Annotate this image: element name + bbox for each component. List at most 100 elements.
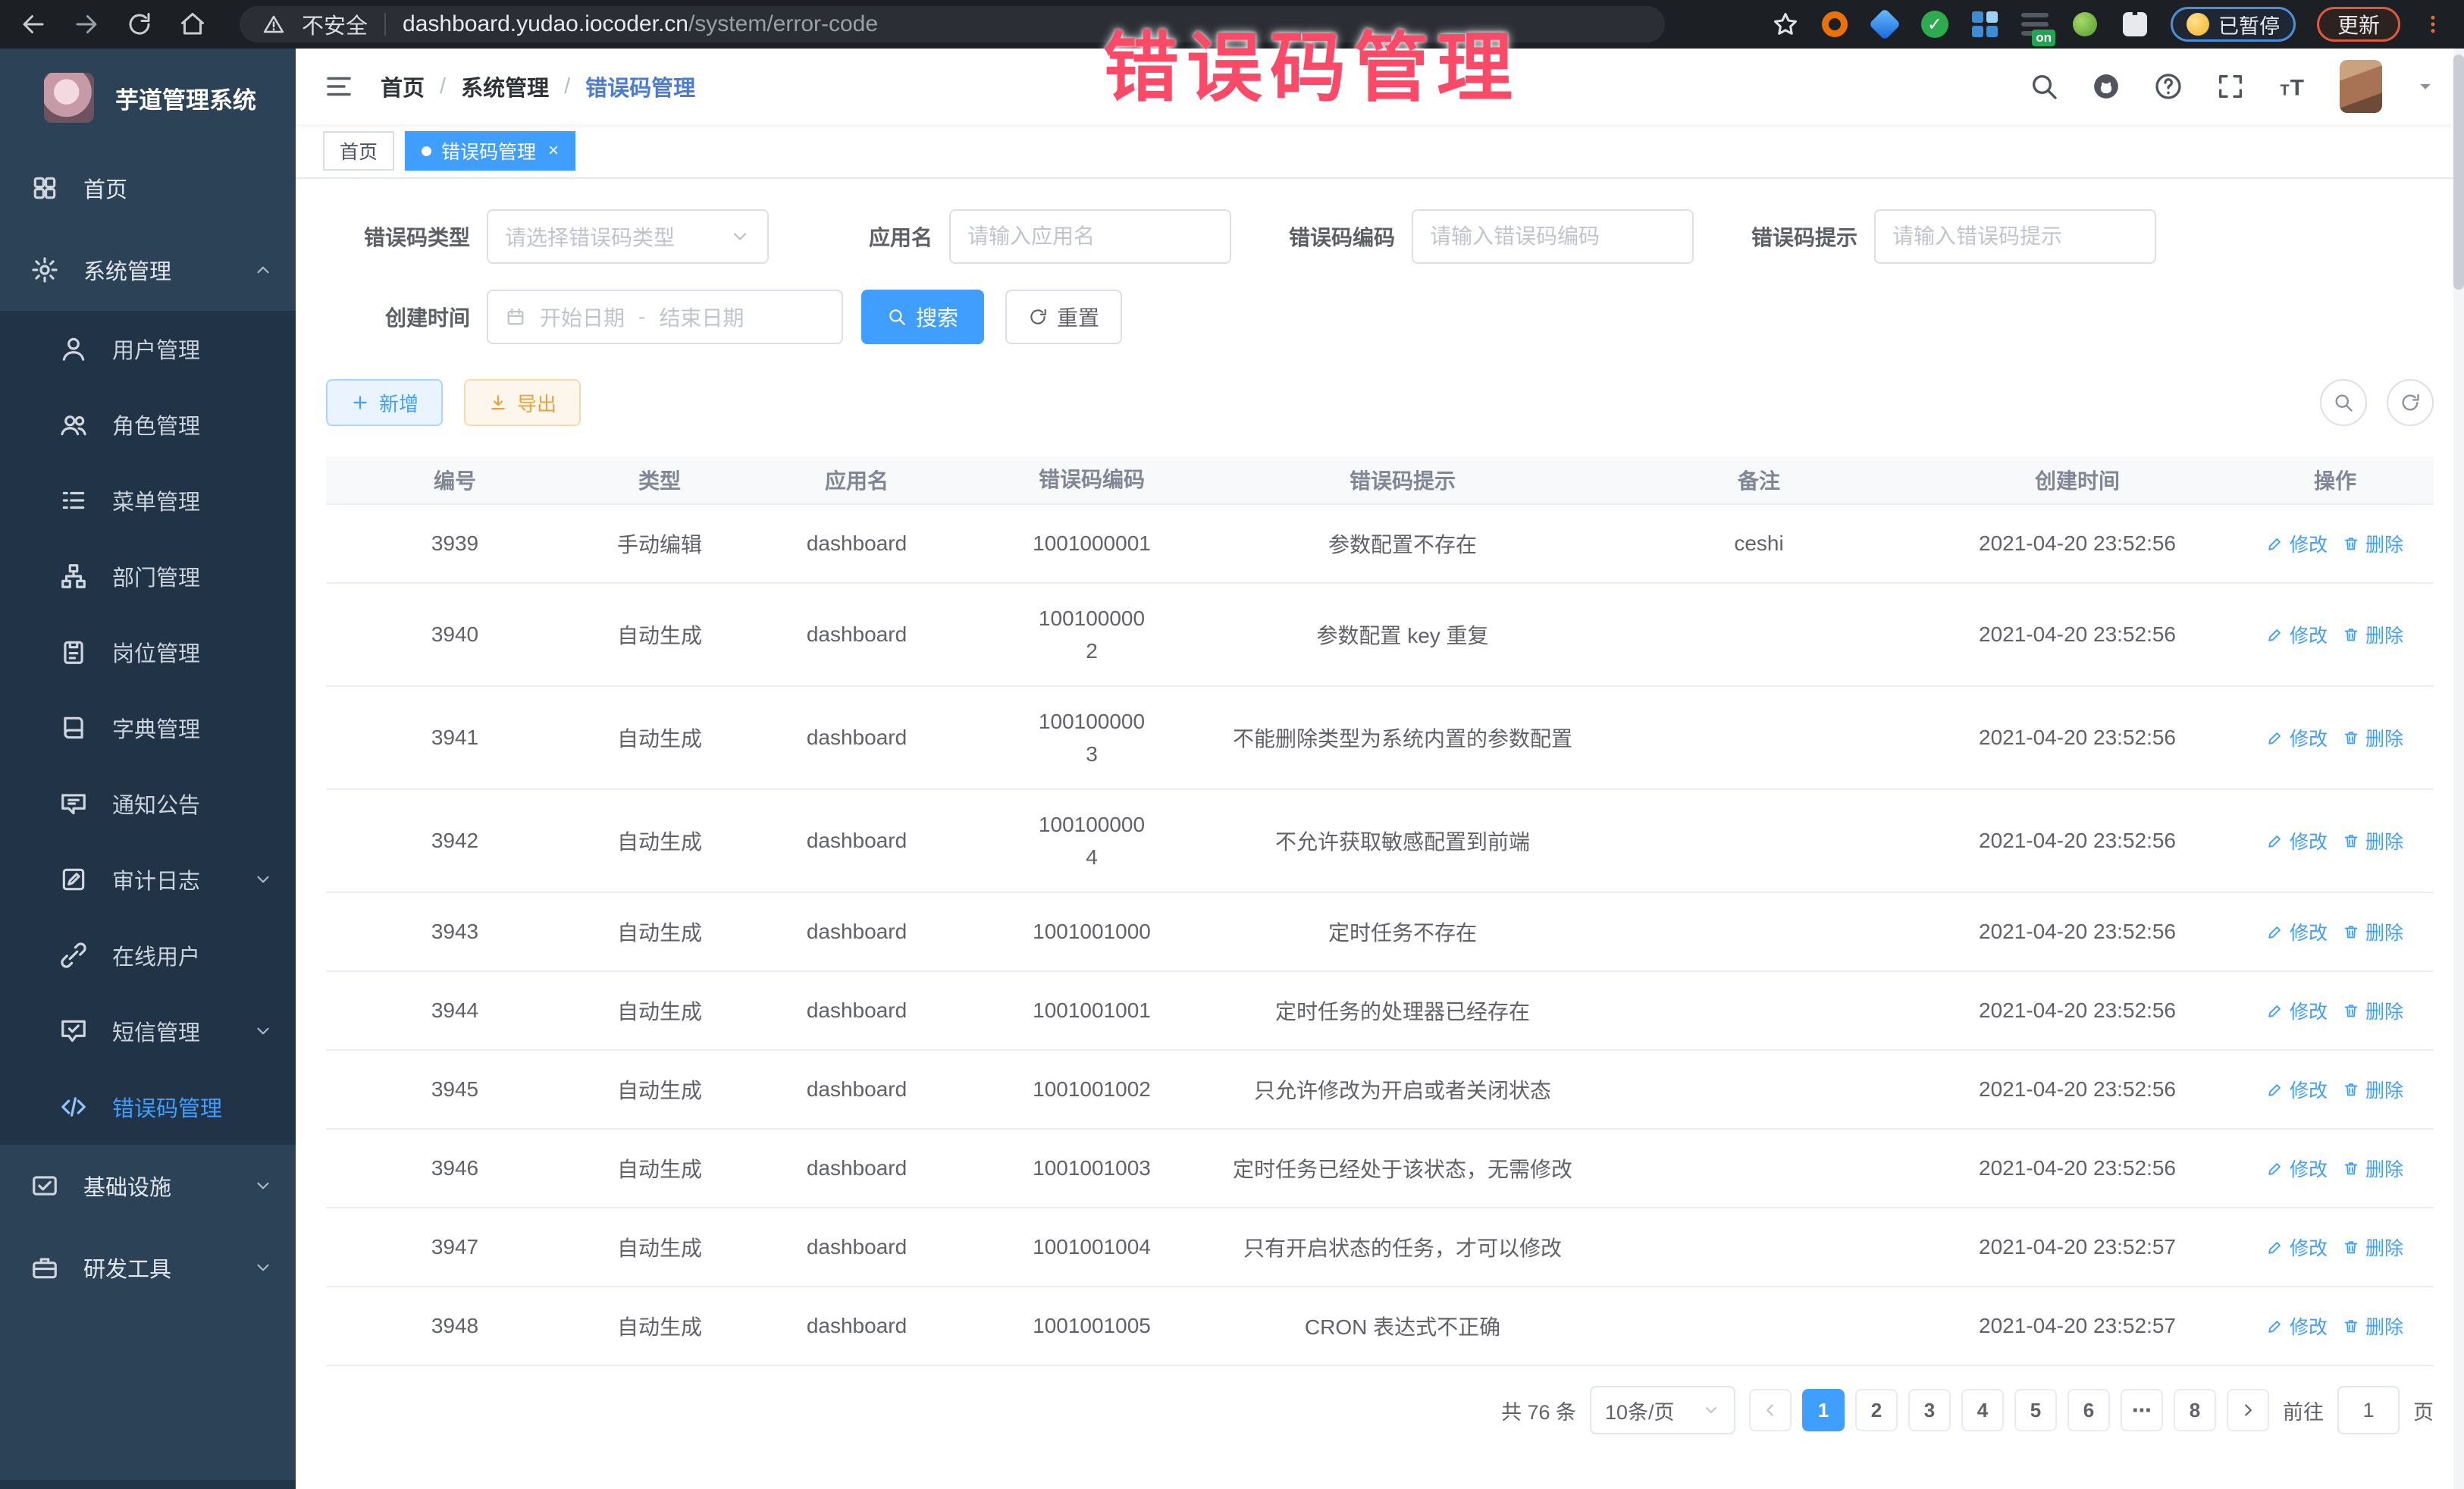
fullscreen-icon[interactable]	[2215, 71, 2246, 102]
edit-link[interactable]: 修改	[2267, 1155, 2328, 1182]
next-page-button[interactable]	[2227, 1389, 2269, 1431]
chevron-down-icon	[253, 870, 273, 889]
tab-0[interactable]: 首页	[323, 131, 394, 171]
extensions-puzzle-icon[interactable]	[2121, 10, 2149, 39]
close-icon[interactable]: ×	[548, 142, 559, 160]
extension-orange-icon[interactable]	[1820, 10, 1849, 39]
reload-button[interactable]	[126, 11, 153, 38]
page-size-select[interactable]: 10条/页	[1590, 1386, 1735, 1434]
app-logo-row[interactable]: 芋道管理系统	[0, 49, 296, 147]
sidebar-item-label: 研发工具	[83, 1252, 171, 1284]
page-button-4[interactable]: 4	[1961, 1389, 2004, 1431]
sidebar-item-5[interactable]: 部门管理	[0, 538, 296, 614]
tab-1[interactable]: 错误码管理×	[405, 131, 575, 171]
edit-link[interactable]: 修改	[2267, 1076, 2328, 1103]
date-range-picker[interactable]: 开始日期 - 结束日期	[487, 290, 843, 344]
delete-link[interactable]: 删除	[2343, 621, 2403, 648]
url-text: dashboard.yudao.iocoder.cn/system/error-…	[403, 11, 878, 37]
sidebar-item-7[interactable]: 字典管理	[0, 690, 296, 766]
sidebar-item-4[interactable]: 菜单管理	[0, 462, 296, 538]
error-type-select[interactable]: 请选择错误码类型	[487, 209, 769, 264]
delete-link[interactable]: 删除	[2343, 918, 2403, 945]
delete-link[interactable]: 删除	[2343, 997, 2403, 1024]
prev-page-button[interactable]	[1749, 1389, 1792, 1431]
sidebar-item-14[interactable]: 研发工具	[0, 1227, 296, 1309]
breadcrumb-home[interactable]: 首页	[381, 71, 425, 102]
sidebar-item-8[interactable]: 通知公告	[0, 766, 296, 842]
page-button-8[interactable]: 8	[2174, 1389, 2216, 1431]
table-cell: 自动生成	[584, 912, 735, 951]
toggle-search-button[interactable]	[2320, 379, 2367, 426]
delete-link[interactable]: 删除	[2343, 1076, 2403, 1103]
page-button-1[interactable]: 1	[1802, 1389, 1845, 1431]
edit-link[interactable]: 修改	[2267, 997, 2328, 1024]
home-button[interactable]	[179, 11, 206, 38]
page-button-5[interactable]: 5	[2014, 1389, 2057, 1431]
sidebar-item-1[interactable]: 系统管理	[0, 229, 296, 311]
edit-link[interactable]: 修改	[2267, 827, 2328, 854]
back-button[interactable]	[20, 11, 47, 38]
edit-link[interactable]: 修改	[2267, 724, 2328, 751]
user-avatar[interactable]	[2340, 60, 2382, 113]
table-cell: 参数配置 key 重复	[1205, 615, 1600, 654]
delete-link[interactable]: 删除	[2343, 530, 2403, 557]
edit-link[interactable]: 修改	[2267, 1312, 2328, 1340]
forward-button[interactable]	[73, 11, 100, 38]
sidebar-item-3[interactable]: 角色管理	[0, 387, 296, 462]
app-name-input[interactable]	[967, 224, 1213, 249]
sidebar-item-13[interactable]: 基础设施	[0, 1145, 296, 1227]
sidebar-item-label: 系统管理	[83, 254, 171, 286]
sidebar-item-12[interactable]: 错误码管理	[0, 1069, 296, 1145]
page-button-6[interactable]: 6	[2067, 1389, 2110, 1431]
delete-link[interactable]: 删除	[2343, 1234, 2403, 1261]
pager-ellipsis[interactable]: ⋯	[2121, 1389, 2163, 1431]
delete-link[interactable]: 删除	[2343, 827, 2403, 854]
search-button[interactable]: 搜索	[861, 290, 984, 344]
add-button[interactable]: 新增	[326, 379, 443, 426]
error-msg-input[interactable]	[1892, 224, 2138, 249]
page-scrollbar[interactable]	[2453, 49, 2464, 1489]
delete-link[interactable]: 删除	[2343, 1312, 2403, 1340]
edit-link[interactable]: 修改	[2267, 918, 2328, 945]
bookmark-star-icon[interactable]	[1772, 11, 1799, 38]
browser-update-button[interactable]: 更新	[2317, 7, 2400, 42]
edit-link[interactable]: 修改	[2267, 1234, 2328, 1261]
sidebar-item-2[interactable]: 用户管理	[0, 311, 296, 387]
error-code-input[interactable]	[1430, 224, 1676, 249]
caret-down-icon[interactable]	[2414, 75, 2437, 98]
extension-key-icon[interactable]	[2071, 10, 2099, 39]
sidebar-item-10[interactable]: 在线用户	[0, 917, 296, 993]
sidebar-item-6[interactable]: 岗位管理	[0, 614, 296, 690]
column-header: 编号	[326, 465, 584, 495]
breadcrumb-system[interactable]: 系统管理	[461, 71, 549, 102]
search-icon[interactable]	[2029, 71, 2059, 102]
paused-extension-badge[interactable]: 已暂停	[2171, 7, 2296, 42]
extension-gem-icon[interactable]	[1870, 10, 1899, 39]
extension-check-icon[interactable]: ✓	[1920, 10, 1949, 39]
delete-link[interactable]: 删除	[2343, 724, 2403, 751]
help-icon[interactable]	[2153, 71, 2183, 102]
browser-menu-button[interactable]	[2422, 13, 2444, 36]
sidebar-item-11[interactable]: 短信管理	[0, 993, 296, 1069]
refresh-table-button[interactable]	[2387, 379, 2434, 426]
address-bar[interactable]: 不安全 dashboard.yudao.iocoder.cn/system/er…	[240, 6, 1665, 42]
extension-grid-icon[interactable]	[1970, 10, 1999, 39]
edit-link[interactable]: 修改	[2267, 530, 2328, 557]
reset-button[interactable]: 重置	[1005, 290, 1122, 344]
delete-link[interactable]: 删除	[2343, 1155, 2403, 1182]
page-button-3[interactable]: 3	[1908, 1389, 1951, 1431]
page-button-2[interactable]: 2	[1855, 1389, 1898, 1431]
export-button[interactable]: 导出	[464, 379, 581, 426]
github-icon[interactable]	[2091, 71, 2121, 102]
sidebar-item-9[interactable]: 审计日志	[0, 842, 296, 917]
scrollbar-thumb[interactable]	[2453, 55, 2464, 290]
extension-list-icon[interactable]: on	[2020, 10, 2049, 39]
sidebar-item-0[interactable]: 首页	[0, 147, 296, 229]
goto-page-input[interactable]	[2337, 1386, 2400, 1434]
hamburger-icon[interactable]	[323, 71, 355, 102]
edit-link[interactable]: 修改	[2267, 621, 2328, 648]
table-cell	[1600, 927, 1918, 936]
search-icon	[887, 307, 907, 327]
fontsize-icon[interactable]: TT	[2277, 71, 2308, 102]
sidebar-item-label: 部门管理	[112, 560, 200, 592]
